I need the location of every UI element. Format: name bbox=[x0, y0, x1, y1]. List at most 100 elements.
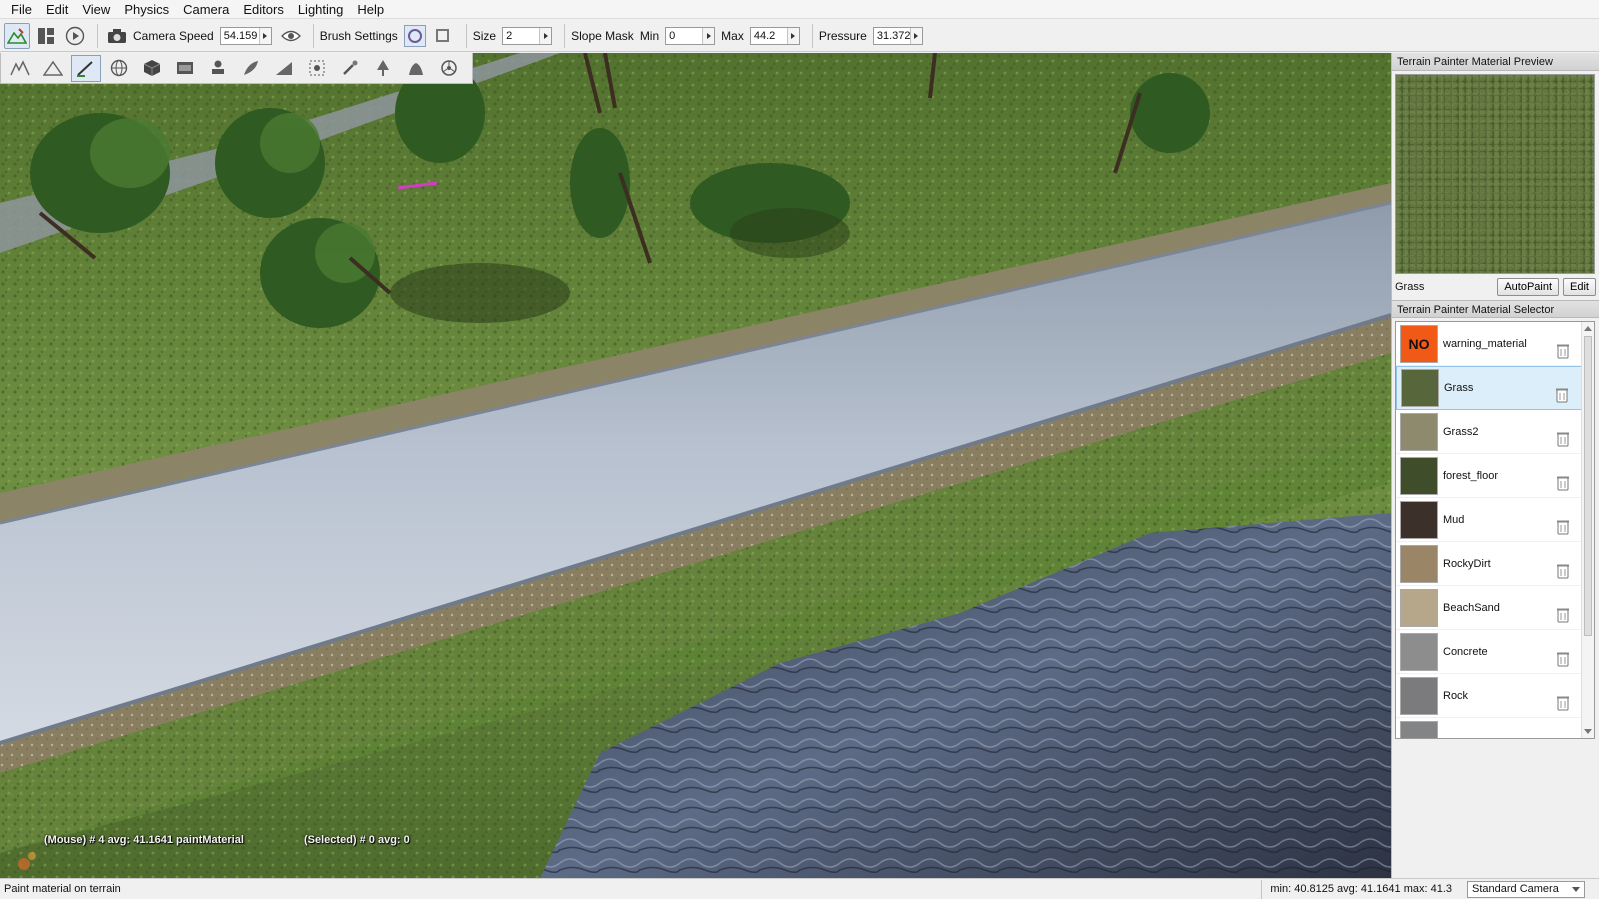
terrain-tools-toolbar bbox=[0, 53, 473, 84]
decal-button[interactable] bbox=[170, 55, 200, 82]
visibility-button[interactable] bbox=[278, 23, 304, 49]
ramp-button[interactable] bbox=[269, 55, 299, 82]
menu-file[interactable]: File bbox=[4, 0, 39, 19]
ramp-icon bbox=[276, 62, 292, 75]
material-name: BeachSand bbox=[1443, 601, 1500, 614]
terrain-scene[interactable] bbox=[0, 53, 1391, 878]
material-badge: NO bbox=[1408, 335, 1430, 352]
delete-material-icon[interactable] bbox=[1556, 519, 1570, 535]
edit-material-button[interactable]: Edit bbox=[1563, 278, 1596, 296]
material-list-item[interactable]: Concrete bbox=[1396, 630, 1594, 674]
material-list-item[interactable]: Mud bbox=[1396, 498, 1594, 542]
preview-material-name: Grass bbox=[1395, 281, 1425, 293]
scroll-up-icon[interactable] bbox=[1584, 326, 1592, 331]
gui-editor-button[interactable] bbox=[33, 23, 59, 49]
delete-material-icon[interactable] bbox=[1556, 695, 1570, 711]
brush-button[interactable] bbox=[335, 55, 365, 82]
camera-speed-field[interactable]: 54.159 bbox=[219, 26, 272, 45]
cube-button[interactable] bbox=[137, 55, 167, 82]
pressure-label: Pressure bbox=[818, 28, 867, 43]
tree-button[interactable] bbox=[368, 55, 398, 82]
size-arrow[interactable] bbox=[539, 27, 552, 44]
play-button[interactable] bbox=[62, 23, 88, 49]
menu-bar: File Edit View Physics Camera Editors Li… bbox=[0, 0, 1599, 19]
material-swatch bbox=[1401, 369, 1439, 407]
pressure-arrow[interactable] bbox=[909, 27, 922, 44]
scene-viewport[interactable]: (Mouse) # 4 avg: 41.1641 paintMaterial (… bbox=[0, 53, 1391, 878]
size-value[interactable]: 2 bbox=[503, 28, 539, 44]
camera-mode-select[interactable]: Standard Camera bbox=[1467, 880, 1585, 898]
feather-button[interactable] bbox=[236, 55, 266, 82]
menu-lighting[interactable]: Lighting bbox=[291, 0, 351, 19]
layout-icon bbox=[38, 27, 54, 44]
toolbar-separator bbox=[465, 23, 467, 48]
material-list-item[interactable]: Rock bbox=[1396, 674, 1594, 718]
camera-speed-value[interactable]: 54.159 bbox=[221, 28, 259, 44]
slope-min-arrow[interactable] bbox=[702, 27, 715, 44]
circle-brush-button[interactable] bbox=[403, 24, 426, 47]
delete-material-icon[interactable] bbox=[1556, 343, 1570, 359]
delete-material-icon[interactable] bbox=[1556, 475, 1570, 491]
toolbar-separator bbox=[811, 23, 813, 48]
terrain-editor-button[interactable] bbox=[5, 55, 35, 82]
menu-help[interactable]: Help bbox=[350, 0, 391, 19]
size-field[interactable]: 2 bbox=[502, 26, 553, 45]
menu-camera[interactable]: Camera bbox=[176, 0, 236, 19]
autopaint-button[interactable]: AutoPaint bbox=[1497, 278, 1560, 296]
delete-material-icon[interactable] bbox=[1555, 387, 1569, 403]
material-swatch bbox=[1400, 676, 1438, 715]
menu-view[interactable]: View bbox=[75, 0, 117, 19]
pressure-field[interactable]: 31.372 bbox=[872, 26, 923, 45]
material-name: Mud bbox=[1443, 513, 1465, 526]
material-swatch bbox=[1400, 720, 1438, 738]
bounds-button[interactable] bbox=[302, 55, 332, 82]
mesh-button[interactable] bbox=[401, 55, 431, 82]
mesh-icon bbox=[409, 63, 423, 75]
stamp-button[interactable] bbox=[203, 55, 233, 82]
square-brush-button[interactable] bbox=[432, 25, 454, 47]
slope-max-value[interactable]: 44.2 bbox=[751, 28, 787, 44]
scrollbar-thumb[interactable] bbox=[1584, 336, 1592, 636]
paint-material-button[interactable] bbox=[71, 54, 101, 82]
material-list-scrollbar[interactable] bbox=[1581, 322, 1594, 738]
material-list-item[interactable]: forest_floor bbox=[1396, 454, 1594, 498]
raise-height-button[interactable] bbox=[38, 55, 68, 82]
camera-icon bbox=[108, 28, 126, 43]
menu-physics[interactable]: Physics bbox=[117, 0, 176, 19]
feather-icon bbox=[244, 61, 258, 75]
tree-icon bbox=[377, 60, 389, 76]
menu-edit[interactable]: Edit bbox=[39, 0, 75, 19]
material-list-item[interactable]: BeachSand bbox=[1396, 586, 1594, 630]
delete-material-icon[interactable] bbox=[1556, 563, 1570, 579]
material-list-item[interactable]: NO warning_material bbox=[1396, 322, 1594, 366]
wheel-button[interactable] bbox=[434, 55, 464, 82]
material-preview-image bbox=[1395, 74, 1595, 274]
slope-max-label: Max bbox=[721, 28, 744, 43]
selected-readout: (Selected) # 0 avg: 0 bbox=[304, 834, 410, 846]
pressure-value[interactable]: 31.372 bbox=[874, 28, 910, 44]
material-list-item[interactable]: RockyDirt bbox=[1396, 542, 1594, 586]
delete-material-icon[interactable] bbox=[1556, 739, 1570, 740]
camera-mode-value: Standard Camera bbox=[1472, 883, 1559, 895]
menu-editors[interactable]: Editors bbox=[236, 0, 290, 19]
material-name: Concrete bbox=[1443, 645, 1488, 658]
camera-button[interactable] bbox=[104, 23, 130, 49]
material-list-item[interactable]: Grass2 bbox=[1396, 410, 1594, 454]
camera-speed-arrow[interactable] bbox=[258, 27, 271, 44]
world-button[interactable] bbox=[104, 55, 134, 82]
slope-min-value[interactable]: 0 bbox=[666, 28, 702, 44]
slope-min-field[interactable]: 0 bbox=[665, 26, 716, 45]
material-selector-list[interactable]: NO warning_material Grass Grass2 forest_floo… bbox=[1395, 321, 1595, 739]
delete-material-icon[interactable] bbox=[1556, 607, 1570, 623]
delete-material-icon[interactable] bbox=[1556, 651, 1570, 667]
slope-max-field[interactable]: 44.2 bbox=[749, 26, 800, 45]
scroll-down-icon[interactable] bbox=[1584, 729, 1592, 734]
stamp-icon bbox=[212, 60, 224, 74]
world-editor-button[interactable] bbox=[4, 22, 30, 49]
slope-max-arrow[interactable] bbox=[786, 27, 799, 44]
circle-icon bbox=[407, 28, 422, 43]
material-list-item[interactable] bbox=[1396, 718, 1594, 740]
material-list-item[interactable]: Grass bbox=[1396, 366, 1594, 410]
slope-mask-label: Slope Mask bbox=[571, 28, 634, 43]
delete-material-icon[interactable] bbox=[1556, 431, 1570, 447]
